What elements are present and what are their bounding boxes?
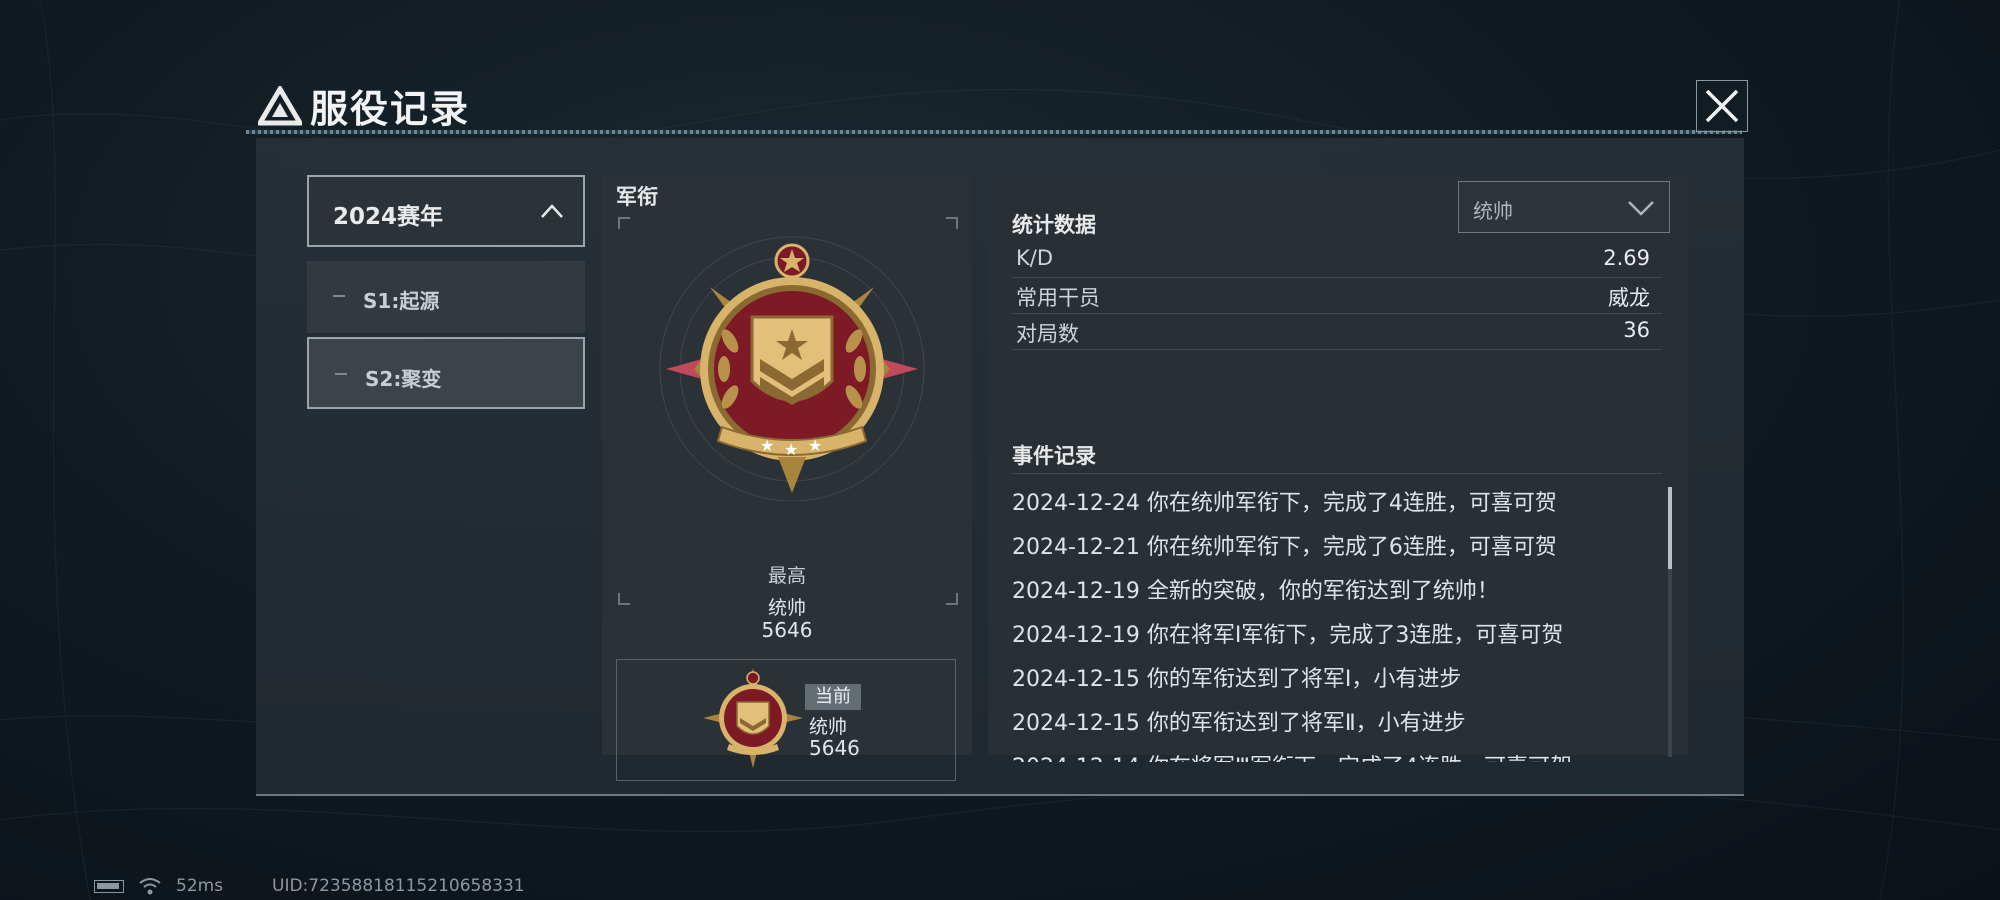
stat-row-matches: 对局数 36 (1012, 314, 1662, 350)
stat-row-operator: 常用干员 威龙 (1012, 278, 1662, 314)
page-title: 服役记录 (310, 87, 471, 131)
best-rank-label: 最高 (767, 565, 806, 587)
frame-corner (946, 217, 958, 229)
game-logo-icon (258, 86, 302, 126)
list-item: 2024-12-15 你的军衔达到了将军Ⅱ，小有进步 (1012, 711, 1466, 736)
best-rank-name: 统帅 (767, 597, 806, 619)
title-bar: 服役记录 (246, 74, 1746, 134)
season-item-s2[interactable]: S2:聚变 (307, 337, 585, 409)
events-title: 事件记录 (1012, 444, 1096, 468)
events-divider (1012, 473, 1662, 474)
current-rank-name: 统帅 (809, 716, 848, 738)
stat-value: 36 (1623, 318, 1650, 342)
uid-text: UID:72358818115210658331 (272, 876, 525, 896)
stat-row-kd: K/D 2.69 (1012, 242, 1662, 278)
season-item-s1[interactable]: S1:起源 (307, 261, 585, 333)
list-item: 2024-12-15 你的军衔达到了将军Ⅰ，小有进步 (1012, 667, 1462, 692)
title-divider (246, 130, 1742, 134)
scrollbar-thumb[interactable] (1668, 487, 1672, 569)
svg-text:★: ★ (784, 440, 798, 459)
list-item: 2024-12-19 全新的突破，你的军衔达到了统帅！ (1012, 579, 1499, 604)
chevron-down-icon (1628, 201, 1654, 216)
stats-section: 统计数据 统帅 K/D 2.69 常用干员 威龙 对局数 36 事件记录 202… (988, 175, 1688, 762)
service-record-panel: 2024赛年 S1:起源 S2:聚变 军衔 ★ ★ ★ 最高 统帅 5646 当… (256, 138, 1744, 796)
marshal-rank-badge-icon: ★ ★ ★ (659, 236, 925, 501)
best-rank-score: 5646 (761, 618, 813, 642)
list-item: 2024-12-21 你在统帅军衔下，完成了6连胜，可喜可贺 (1012, 535, 1557, 560)
stat-key: 对局数 (1016, 322, 1079, 346)
battery-icon (94, 880, 124, 893)
rank-filter-dropdown[interactable]: 统帅 (1458, 181, 1670, 233)
svg-text:★: ★ (808, 436, 822, 455)
list-item: 2024-12-14 你在将军Ⅲ军衔下，完成了4连胜，可喜可贺 (1012, 746, 1652, 762)
stats-title: 统计数据 (1012, 213, 1096, 237)
season-item-label: S2:聚变 (365, 367, 442, 391)
event-list[interactable]: 2024-12-24 你在统帅军衔下，完成了4连胜，可喜可贺 2024-12-2… (1012, 482, 1652, 762)
current-rank-badge-icon (703, 668, 803, 768)
rank-section-title: 军衔 (616, 185, 658, 209)
list-dash (335, 373, 347, 375)
ping-text: 52ms (176, 876, 224, 896)
stat-key: K/D (1016, 246, 1054, 270)
rank-section: 军衔 ★ ★ ★ 最高 统帅 5646 当前 统帅 5646 (602, 175, 972, 781)
list-item: 2024-12-24 你在统帅军衔下，完成了4连胜，可喜可贺 (1012, 491, 1557, 516)
current-rank-score: 5646 (809, 736, 860, 760)
season-dropdown-label: 2024赛年 (333, 204, 444, 230)
season-item-label: S1:起源 (363, 289, 440, 313)
current-rank-tag: 当前 (805, 684, 861, 710)
close-button[interactable] (1696, 80, 1748, 132)
list-dash (333, 295, 345, 297)
svg-text:★: ★ (760, 436, 774, 455)
stat-key: 常用干员 (1016, 286, 1100, 310)
wifi-icon (139, 878, 161, 895)
current-rank-box: 当前 统帅 5646 (616, 659, 956, 781)
close-icon (1705, 89, 1739, 123)
frame-corner (618, 217, 630, 229)
stat-value: 2.69 (1603, 246, 1650, 270)
rank-filter-value: 统帅 (1473, 199, 1513, 223)
season-dropdown[interactable]: 2024赛年 (307, 175, 585, 247)
chevron-up-icon (541, 204, 563, 218)
stat-value: 威龙 (1608, 286, 1650, 310)
list-item: 2024-12-19 你在将军Ⅰ军衔下，完成了3连胜，可喜可贺 (1012, 623, 1564, 648)
event-scrollbar[interactable] (1668, 487, 1672, 757)
